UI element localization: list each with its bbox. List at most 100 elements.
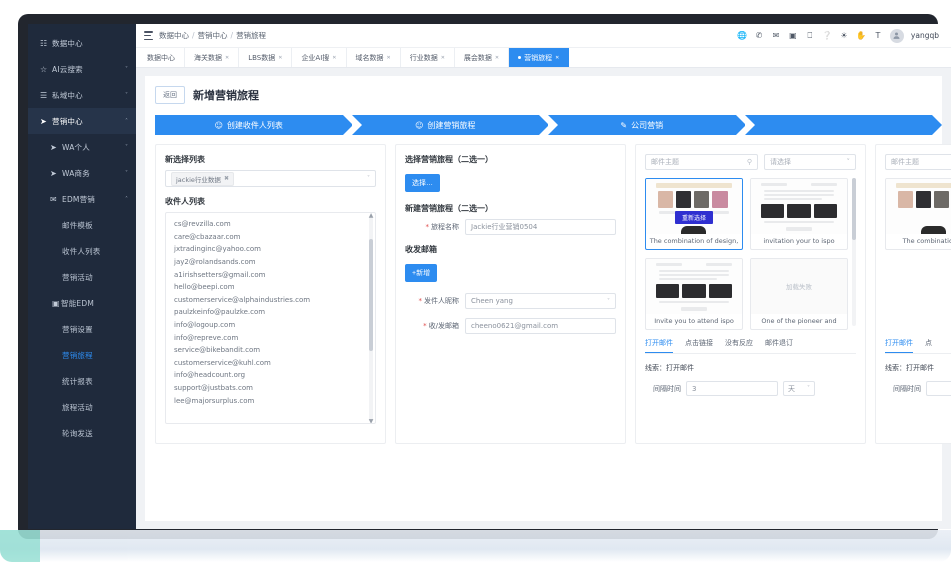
template-grid[interactable]: 重新选择 The combination of design, invitati… <box>645 178 856 330</box>
mailbox-input[interactable]: cheeno0621@gmail.com <box>465 318 616 334</box>
template-card[interactable]: 重新选择 The combination of design, <box>645 178 743 250</box>
step-company-marketing[interactable]: ✎ 公司营销 <box>548 115 745 135</box>
tab-enterprise-ai-search[interactable]: 企业AI搜 ✕ <box>292 48 347 67</box>
tab-industry-data[interactable]: 行业数据 ✕ <box>401 48 455 67</box>
list-item: customerservice@alphaindustries.com <box>174 295 311 304</box>
tab-domain-data[interactable]: 域名数据 ✕ <box>347 48 401 67</box>
condition-text: 线索：打开邮件 <box>645 364 694 372</box>
tab-unsubscribe[interactable]: 邮件退订 <box>765 334 793 353</box>
breadcrumb-item[interactable]: 营销中心 <box>198 30 228 41</box>
sender-name-select[interactable]: Cheen yang ˅ <box>465 293 616 309</box>
globe-icon[interactable]: 🌐 <box>737 31 747 41</box>
step-create-journey[interactable]: ☺ 创建营销旅程 <box>351 115 549 135</box>
scrollbar-thumb[interactable] <box>369 239 373 351</box>
font-size-icon[interactable]: T <box>873 31 883 41</box>
tab-data-center[interactable]: 数据中心 <box>138 48 185 67</box>
close-icon[interactable]: ✕ <box>441 55 445 61</box>
scrollbar-thumb[interactable] <box>852 178 856 240</box>
search-icon[interactable]: ⚲ <box>747 158 752 166</box>
template-thumbnail <box>751 179 847 234</box>
reselect-button[interactable]: 重新选择 <box>674 211 714 224</box>
tab-open-mail[interactable]: 打开邮件 <box>885 334 913 353</box>
help-icon[interactable]: ❔ <box>822 31 832 41</box>
tab-label: 营销旅程 <box>524 53 553 62</box>
page-title-row: 返回 新增营销旅程 <box>155 86 932 104</box>
tab-lbs-data[interactable]: LBS数据 ✕ <box>239 48 293 67</box>
sidebar-item-wa-business[interactable]: ➤ WA商务 ˅ <box>28 160 136 186</box>
sidebar-item-ai-search[interactable]: ☆ AI云搜索 ˅ <box>28 56 136 82</box>
interval-unit-select[interactable]: 天 ˅ <box>783 381 815 396</box>
image-icon[interactable]: ▣ <box>788 31 798 41</box>
close-icon[interactable]: ✕ <box>387 55 391 61</box>
sidebar-item-recipient-list[interactable]: 收件人列表 <box>28 238 136 264</box>
sidebar-item-label: 营销旅程 <box>62 350 93 360</box>
sidebar-item-marketing-campaign[interactable]: 营销活动 <box>28 264 136 290</box>
template-card[interactable]: 加载失败 One of the pioneer and <box>750 257 848 330</box>
close-icon[interactable]: ✕ <box>332 55 336 61</box>
scrollbar[interactable] <box>852 178 856 326</box>
tab-click-link[interactable]: 点 <box>925 334 932 353</box>
scrollbar[interactable] <box>369 217 373 421</box>
breadcrumb-separator: / <box>230 31 234 40</box>
sidebar-item-smart-edm[interactable]: ▣ 智能EDM <box>28 290 136 316</box>
tab-open-mail[interactable]: 打开邮件 <box>645 334 673 353</box>
send-icon: ➤ <box>50 142 57 152</box>
user-icon: ☺ <box>415 120 424 130</box>
journey-name-input[interactable]: Jackie行业营销0504 <box>465 219 616 235</box>
template-card[interactable]: Invite you to attend ispo <box>645 257 743 330</box>
sidebar-item-data-center[interactable]: ☷ 数据中心 <box>28 30 136 56</box>
list-item: info@logoup.com <box>174 321 236 330</box>
sidebar-item-statistics-report[interactable]: 统计报表 <box>28 368 136 394</box>
interval-row: 间隔时间 3 天 ˅ <box>645 381 856 396</box>
template-search-input[interactable]: 邮件主题 ⚲ <box>645 154 758 170</box>
scroll-down-icon[interactable]: ▼ <box>368 418 374 423</box>
interval-input[interactable] <box>926 381 951 396</box>
fullscreen-icon[interactable]: ✋ <box>856 31 866 41</box>
add-mailbox-button[interactable]: +新增 <box>405 264 438 282</box>
sidebar-item-marketing-center[interactable]: ➤ 营销中心 ˄ <box>28 108 136 134</box>
template-search-input[interactable]: 邮件主题 ⚲ <box>885 154 951 170</box>
language-icon[interactable]: ☀ <box>839 31 849 41</box>
menu-collapse-icon[interactable] <box>144 31 153 40</box>
template-filter-select[interactable]: 请选择 ˅ <box>764 154 856 170</box>
back-button[interactable]: 返回 <box>155 86 185 104</box>
close-icon[interactable]: ✕ <box>555 55 559 61</box>
close-icon[interactable]: ✕ <box>225 55 229 61</box>
step-next[interactable] <box>744 115 942 135</box>
template-card[interactable]: invitation your to ispo <box>750 178 848 250</box>
template-card[interactable]: The combination of <box>885 178 951 250</box>
trigger-tabs: 打开邮件 点击链接 没有反应 邮件退订 <box>645 334 856 354</box>
tab-no-response[interactable]: 没有反应 <box>725 334 753 353</box>
tab-exhibition-data[interactable]: 展会数据 ✕ <box>455 48 510 67</box>
close-icon[interactable]: ✖ <box>224 175 229 182</box>
step-create-recipient-list[interactable]: ☺ 创建收件人列表 <box>155 115 352 135</box>
mail-icon[interactable]: ✉ <box>771 31 781 41</box>
tab-customs-data[interactable]: 海关数据 ✕ <box>185 48 240 67</box>
sidebar-item-marketing-journey[interactable]: 营销旅程 <box>28 342 136 368</box>
tab-click-link[interactable]: 点击链接 <box>685 334 713 353</box>
avatar[interactable] <box>889 28 904 43</box>
monitor-icon[interactable]: ⎕ <box>805 31 815 41</box>
sidebar-item-edm-marketing[interactable]: ✉ EDM营销 ˄ <box>28 186 136 212</box>
whatsapp-icon[interactable]: ✆ <box>754 31 764 41</box>
list-item: customerservice@kuhl.com <box>174 358 271 367</box>
required-marker: * <box>425 223 430 231</box>
selected-list-tag[interactable]: jackie行业数据 ✖ <box>171 171 234 186</box>
sidebar-item-private-domain[interactable]: ☰ 私域中心 ˅ <box>28 82 136 108</box>
close-icon[interactable]: ✕ <box>495 55 499 61</box>
sidebar-item-rotation-send[interactable]: 轮询发送 <box>28 420 136 446</box>
choose-journey-button[interactable]: 选择… <box>405 174 440 192</box>
close-icon[interactable]: ✕ <box>278 55 282 61</box>
sidebar-item-mail-template[interactable]: 邮件模板 <box>28 212 136 238</box>
list-select[interactable]: jackie行业数据 ✖ ˅ <box>165 170 376 187</box>
recipient-listbox[interactable]: cs@revzilla.com care@cbazaar.com jxtradi… <box>165 212 376 424</box>
scroll-up-icon[interactable]: ▲ <box>368 213 374 219</box>
sidebar-item-wa-personal[interactable]: ➤ WA个人 ˅ <box>28 134 136 160</box>
sidebar-item-journey-activity[interactable]: 旅程活动 <box>28 394 136 420</box>
tab-marketing-journey[interactable]: 营销旅程 ✕ <box>509 48 570 67</box>
template-grid[interactable]: The combination of <box>885 178 951 330</box>
interval-input[interactable]: 3 <box>686 381 778 396</box>
sidebar-item-label: 邮件模板 <box>62 220 93 230</box>
sidebar-item-marketing-settings[interactable]: 营销设置 <box>28 316 136 342</box>
breadcrumb-item[interactable]: 数据中心 <box>159 30 189 41</box>
